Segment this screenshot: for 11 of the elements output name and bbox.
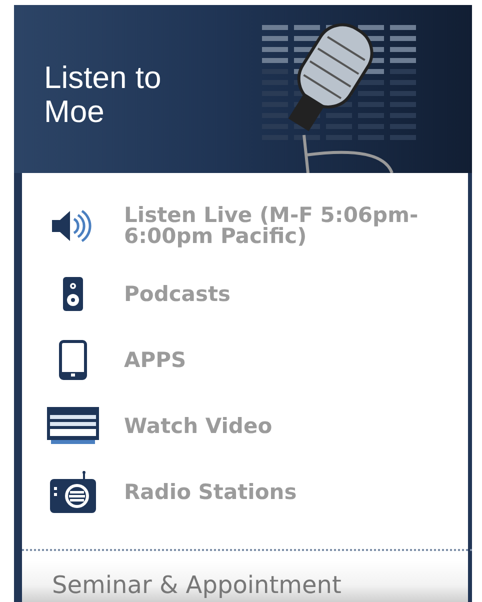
- loudspeaker-icon: [63, 277, 83, 311]
- menu-link[interactable]: Listen Live (M-F 5:06pm-6:00pm Pacific): [22, 191, 468, 261]
- menu-link[interactable]: Radio Stations: [22, 459, 468, 525]
- monitor-icon: [47, 407, 99, 445]
- section-heading: Seminar & Appointment: [52, 572, 342, 598]
- menu-link[interactable]: Watch Video: [22, 393, 468, 459]
- tablet-icon: [59, 340, 87, 380]
- menu-link[interactable]: APPS: [22, 327, 468, 393]
- radio-icon: [50, 471, 96, 513]
- banner-title: Listen to Moe: [44, 61, 162, 129]
- menu-link[interactable]: Podcasts: [22, 261, 468, 327]
